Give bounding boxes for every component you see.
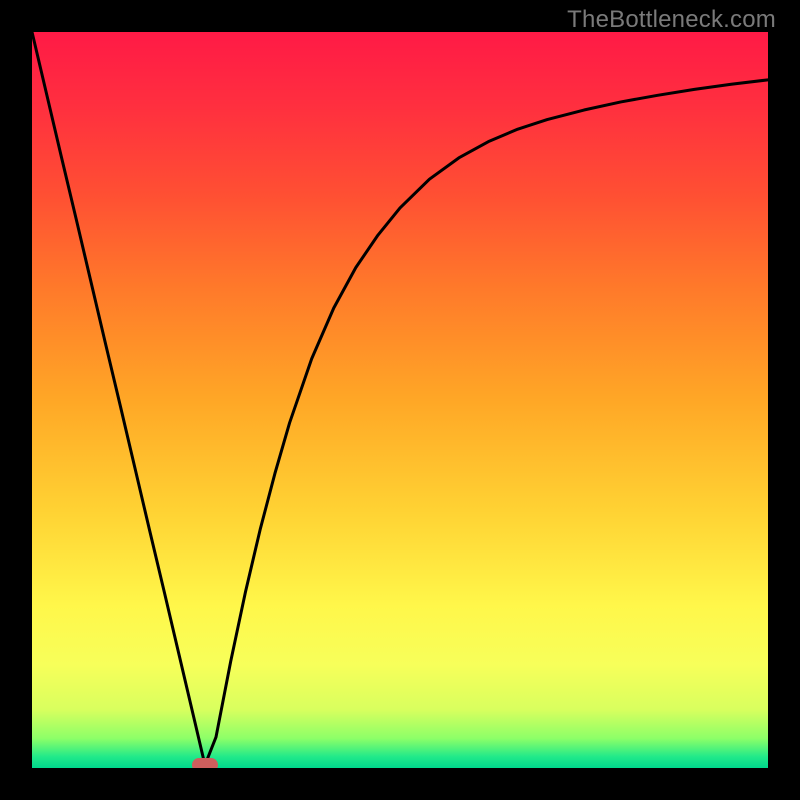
watermark-text: TheBottleneck.com <box>567 6 776 34</box>
plot-area <box>32 32 768 768</box>
chart-svg <box>32 32 768 768</box>
chart-frame: TheBottleneck.com <box>0 0 800 800</box>
gradient-background <box>32 32 768 768</box>
bottleneck-marker <box>192 758 218 768</box>
